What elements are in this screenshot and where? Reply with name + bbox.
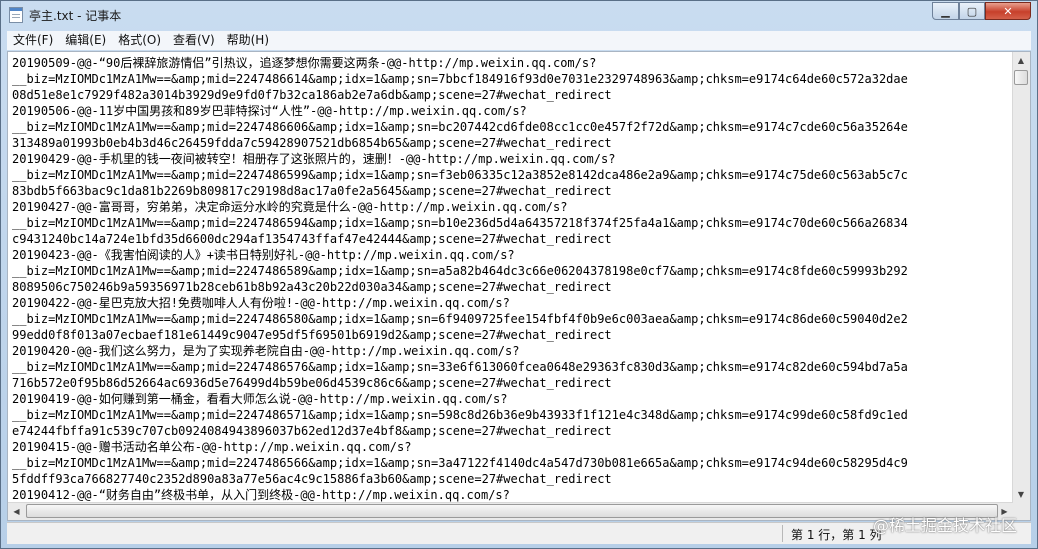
menu-bar: 文件(F) 编辑(E) 格式(O) 查看(V) 帮助(H) <box>7 31 1031 50</box>
scroll-left-arrow-icon[interactable]: ◀ <box>8 503 25 519</box>
text-line: 8089506c750246b9a59356971b28ceb61b8b92a4… <box>12 280 612 294</box>
text-line: 716b572e0f95b86d52664ac6936d5e76499d4b59… <box>12 376 612 390</box>
watermark: @稀土掘金技术社区 <box>873 516 1018 535</box>
vertical-scrollbar[interactable]: ▲ ▼ <box>1012 52 1030 503</box>
text-line: 20190412-@@-“财务自由”终极书单，从入门到终极-@@-http://… <box>12 488 510 502</box>
close-button[interactable]: ✕ <box>985 2 1031 20</box>
menu-edit[interactable]: 编辑(E) <box>59 31 112 50</box>
text-line: __biz=MzIOMDc1MzA1Mw==&amp;mid=224748660… <box>12 120 908 134</box>
horizontal-scrollbar[interactable]: ◀ ▶ <box>8 502 1013 520</box>
text-line: e74244fbffa91c539c707cb0924084943896037b… <box>12 424 612 438</box>
text-line: __biz=MzIOMDc1MzA1Mw==&amp;mid=224748658… <box>12 264 908 278</box>
notepad-window: 亭主.txt - 记事本 ▁ ▢ ✕ 文件(F) 编辑(E) 格式(O) 查看(… <box>0 0 1038 549</box>
menu-file[interactable]: 文件(F) <box>7 31 59 50</box>
menu-format[interactable]: 格式(O) <box>112 31 167 50</box>
text-line: 5fddff93ca766827740c2352d890a83a77e56ac4… <box>12 472 612 486</box>
scroll-down-arrow-icon[interactable]: ▼ <box>1013 486 1029 503</box>
text-line: __biz=MzIOMDc1MzA1Mw==&amp;mid=224748658… <box>12 312 908 326</box>
horizontal-scroll-thumb[interactable] <box>26 504 998 518</box>
text-line: 08d51e8e1c7929f482a3014b3929d9e9fd0f7b32… <box>12 88 612 102</box>
text-line: __biz=MzIOMDc1MzA1Mw==&amp;mid=224748657… <box>12 408 908 422</box>
text-content[interactable]: 20190509-@@-“90后裸辞旅游情侣”引热议，追逐梦想你需要这两条-@@… <box>12 55 1011 503</box>
text-line: 20190415-@@-赠书活动名单公布-@@-http://mp.weixin… <box>12 440 412 454</box>
text-line: 20190423-@@-《我害怕阅读的人》+读书日特别好礼-@@-http://… <box>12 248 515 262</box>
text-line: 20190422-@@-星巴克放大招!免费咖啡人人有份啦!-@@-http://… <box>12 296 510 310</box>
maximize-icon: ▢ <box>966 4 978 18</box>
text-line: 20190506-@@-11岁中国男孩和89岁巴菲特探讨“人性”-@@-http… <box>12 104 527 118</box>
minimize-button[interactable]: ▁ <box>932 2 959 20</box>
window-title: 亭主.txt - 记事本 <box>29 9 122 23</box>
text-line: __biz=MzIOMDc1MzA1Mw==&amp;mid=224748659… <box>12 216 908 230</box>
text-line: __biz=MzIOMDc1MzA1Mw==&amp;mid=224748656… <box>12 456 908 470</box>
text-line: 83bdb5f663bac9c1da81b2269b809817c29198d8… <box>12 184 612 198</box>
close-icon: ✕ <box>1003 4 1013 18</box>
text-line: __biz=MzIOMDc1MzA1Mw==&amp;mid=224748661… <box>12 72 908 86</box>
text-line: __biz=MzIOMDc1MzA1Mw==&amp;mid=224748659… <box>12 168 908 182</box>
minimize-icon: ▁ <box>941 4 950 18</box>
text-line: 20190419-@@-如何赚到第一桶金，看看大师怎么说-@@-http://m… <box>12 392 508 406</box>
menu-help[interactable]: 帮助(H) <box>221 31 275 50</box>
text-line: 20190509-@@-“90后裸辞旅游情侣”引热议，追逐梦想你需要这两条-@@… <box>12 56 597 70</box>
text-line: 20190427-@@-富哥哥，穷弟弟，决定命运分水岭的究竟是什么-@@-htt… <box>12 200 568 214</box>
text-line: 20190429-@@-手机里的钱一夜间被转空！相册存了这张照片的，速删！-@@… <box>12 152 616 166</box>
text-line: c9431240bc14a724e1bfd35d6600dc294af13547… <box>12 232 612 246</box>
notepad-icon[interactable] <box>9 7 23 23</box>
title-bar[interactable]: 亭主.txt - 记事本 ▁ ▢ ✕ <box>1 1 1037 29</box>
text-line: 99edd0f8f013a07ecbaef181e61449c9047e95df… <box>12 328 612 342</box>
text-editor[interactable]: 20190509-@@-“90后裸辞旅游情侣”引热议，追逐梦想你需要这两条-@@… <box>7 51 1031 521</box>
menu-view[interactable]: 查看(V) <box>167 31 221 50</box>
window-controls: ▁ ▢ ✕ <box>932 2 1031 22</box>
scroll-up-arrow-icon[interactable]: ▲ <box>1013 52 1029 69</box>
text-line: 20190420-@@-我们这么努力，是为了实现养老院自由-@@-http://… <box>12 344 520 358</box>
vertical-scroll-thumb[interactable] <box>1014 70 1028 85</box>
cursor-position: 第 1 行，第 1 列 <box>791 528 882 542</box>
text-line: __biz=MzIOMDc1MzA1Mw==&amp;mid=224748657… <box>12 360 908 374</box>
maximize-button[interactable]: ▢ <box>959 2 985 20</box>
text-line: 313489a01993b0eb4b3d46c26459fdda7c594289… <box>12 136 612 150</box>
status-divider <box>782 525 783 542</box>
